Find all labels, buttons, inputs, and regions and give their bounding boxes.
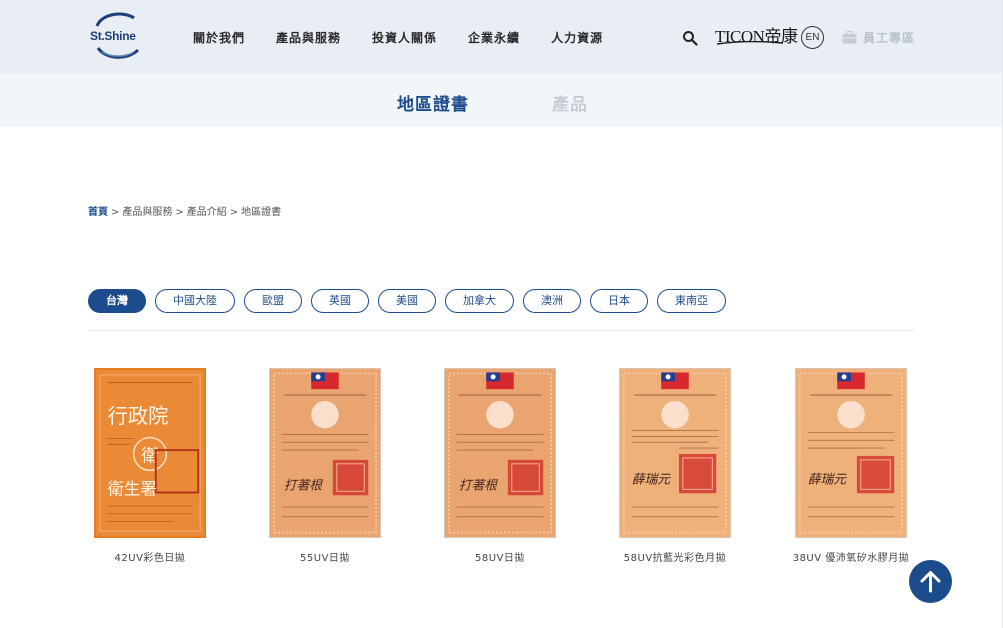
certificate-card[interactable]: 薛瑞元 38UV 優沛氧矽水膠月拋 bbox=[788, 368, 914, 564]
filter-china[interactable]: 中國大陸 bbox=[155, 289, 235, 313]
certificate-title: 38UV 優沛氧矽水膠月拋 bbox=[792, 553, 910, 564]
nav-item-about[interactable]: 關於我們 bbox=[193, 29, 245, 46]
logo-text: St.Shine bbox=[90, 29, 136, 43]
scroll-to-top-button[interactable] bbox=[909, 560, 952, 603]
filter-usa[interactable]: 美國 bbox=[378, 289, 436, 313]
filter-taiwan[interactable]: 台灣 bbox=[88, 289, 146, 313]
certificate-image: 打著根 bbox=[444, 368, 556, 538]
cert-signature: 打著根 bbox=[459, 478, 498, 493]
certificate-title: 55UV日拋 bbox=[300, 553, 350, 564]
breadcrumb-separator: > bbox=[229, 207, 239, 218]
arrow-up-icon bbox=[920, 571, 941, 593]
search-icon[interactable] bbox=[682, 30, 698, 46]
site-header: St.Shine 關於我們 產品與服務 投資人關係 企業永續 人力資源 TICO… bbox=[0, 0, 1003, 73]
breadcrumb-product-intro[interactable]: 產品介紹 bbox=[187, 207, 227, 218]
certificate-document-icon: 打著根 bbox=[447, 372, 553, 534]
certificate-grid: 行政院 衛 衛生署 42UV彩色日拋 打著根 55UV日拋 打著根 58UV日拋… bbox=[88, 368, 914, 568]
cert-signature: 打著根 bbox=[284, 478, 323, 493]
staff-area-link[interactable]: 員工專區 bbox=[842, 29, 915, 46]
certificate-document-icon: 行政院 衛 衛生署 bbox=[99, 374, 201, 532]
certificate-image: 打著根 bbox=[269, 368, 381, 538]
cert-signature: 薛瑞元 bbox=[808, 472, 847, 487]
tab-products[interactable]: 產品 bbox=[552, 90, 588, 115]
certificate-title: 58UV抗藍光彩色月拋 bbox=[623, 553, 727, 564]
breadcrumb-separator: > bbox=[111, 207, 120, 218]
certificate-card[interactable]: 行政院 衛 衛生署 42UV彩色日拋 bbox=[87, 368, 213, 564]
certificate-document-icon: 打著根 bbox=[272, 372, 378, 534]
filter-australia[interactable]: 澳洲 bbox=[523, 289, 581, 313]
language-toggle-button[interactable]: EN bbox=[801, 26, 824, 49]
tab-regional-certificates[interactable]: 地區證書 bbox=[397, 90, 469, 115]
certificate-image: 薛瑞元 bbox=[795, 368, 907, 538]
cert-signature: 衛生署 bbox=[108, 479, 157, 498]
certificate-title: 42UV彩色日拋 bbox=[114, 553, 186, 564]
breadcrumb-home[interactable]: 首頁 bbox=[88, 207, 108, 218]
filter-uk[interactable]: 英國 bbox=[311, 289, 369, 313]
certificate-card[interactable]: 打著根 58UV日拋 bbox=[437, 368, 563, 564]
page: St.Shine 關於我們 產品與服務 投資人關係 企業永續 人力資源 TICO… bbox=[0, 0, 1003, 628]
certificate-document-icon: 薛瑞元 bbox=[622, 372, 728, 534]
ticon-swoosh-icon bbox=[717, 41, 783, 45]
filter-divider bbox=[88, 330, 914, 331]
certificate-image: 薛瑞元 bbox=[619, 368, 731, 538]
certificate-document-icon: 薛瑞元 bbox=[798, 372, 904, 534]
nav-item-careers[interactable]: 人力資源 bbox=[551, 29, 603, 46]
sub-nav: 地區證書 產品 bbox=[0, 73, 1003, 127]
filter-southeast-asia[interactable]: 東南亞 bbox=[657, 289, 726, 313]
st-shine-logo[interactable]: St.Shine bbox=[88, 12, 146, 62]
region-filter-bar: 台灣 中國大陸 歐盟 英國 美國 加拿大 澳洲 日本 東南亞 bbox=[88, 289, 735, 313]
breadcrumb-separator: > bbox=[175, 207, 184, 218]
filter-japan[interactable]: 日本 bbox=[590, 289, 648, 313]
nav-item-products[interactable]: 產品與服務 bbox=[276, 29, 341, 46]
breadcrumb-current: 地區證書 bbox=[241, 207, 282, 218]
ticon-logo[interactable]: TICON帝康 bbox=[715, 22, 798, 50]
certificate-card[interactable]: 打著根 55UV日拋 bbox=[262, 368, 388, 564]
certificate-title: 58UV日拋 bbox=[475, 553, 525, 564]
cert-signature: 薛瑞元 bbox=[632, 472, 671, 487]
nav-item-investors[interactable]: 投資人關係 bbox=[372, 29, 437, 46]
breadcrumb: 首頁 > 產品與服務 > 產品介紹 > 地區證書 bbox=[88, 203, 281, 218]
staff-area-label: 員工專區 bbox=[863, 31, 916, 45]
nav-item-sustainability[interactable]: 企業永續 bbox=[468, 29, 520, 46]
breadcrumb-products-services[interactable]: 產品與服務 bbox=[122, 207, 172, 218]
filter-eu[interactable]: 歐盟 bbox=[244, 289, 302, 313]
filter-canada[interactable]: 加拿大 bbox=[445, 289, 514, 313]
main-nav: 關於我們 產品與服務 投資人關係 企業永續 人力資源 bbox=[193, 29, 634, 46]
briefcase-icon bbox=[842, 31, 857, 44]
certificate-card[interactable]: 薛瑞元 58UV抗藍光彩色月拋 bbox=[612, 368, 738, 564]
certificate-image: 行政院 衛 衛生署 bbox=[94, 368, 206, 538]
cert-agency-text: 行政院 bbox=[108, 404, 169, 428]
